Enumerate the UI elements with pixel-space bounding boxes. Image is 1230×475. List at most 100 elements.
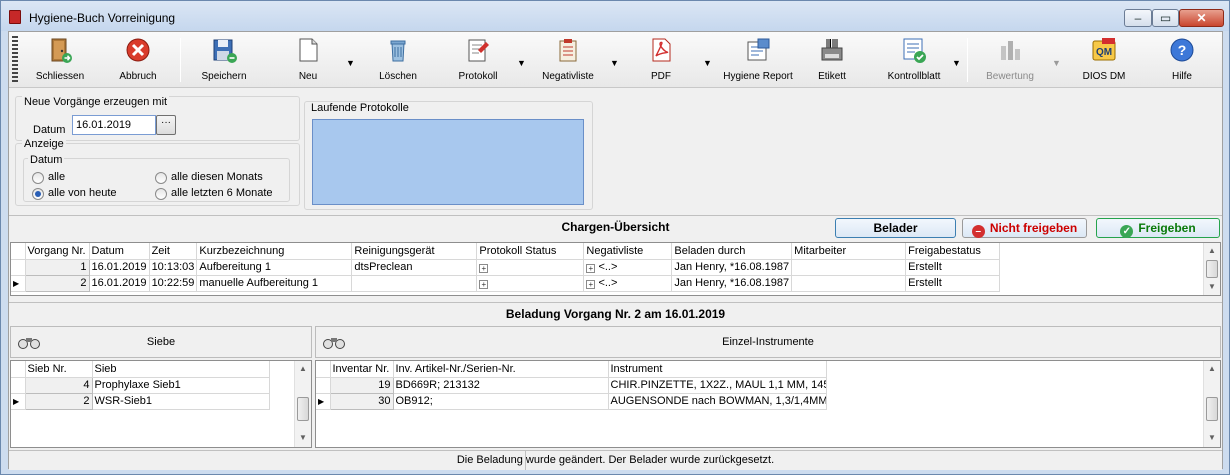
scroll-up-icon[interactable]: ▲ <box>1204 361 1220 377</box>
label-button[interactable]: Etikett <box>795 36 869 84</box>
maximize-icon: ▭ <box>1159 11 1172 25</box>
scroll-up-icon[interactable]: ▲ <box>295 361 311 377</box>
window-title: Hygiene-Buch Vorreinigung <box>29 11 176 25</box>
new-button[interactable]: Neu <box>271 36 345 84</box>
vertical-scrollbar[interactable]: ▲ ▼ <box>1203 361 1220 447</box>
row-selector[interactable] <box>11 259 26 276</box>
loader-button[interactable]: Belader <box>835 218 956 238</box>
new-dropdown-arrow-icon[interactable]: ▼ <box>346 58 355 68</box>
instruments-grid[interactable]: Inventar Nr. Inv. Artikel-Nr./Serien-Nr.… <box>315 360 1221 448</box>
toolbar: Schliessen Abbruch Speichern Neu ▼ Lösch… <box>9 32 1222 88</box>
binoculars-icon[interactable] <box>322 335 346 349</box>
minimize-button[interactable]: – <box>1124 9 1152 27</box>
row-selector[interactable] <box>316 377 331 394</box>
hygiene-report-button[interactable]: Hygiene Report <box>715 36 801 84</box>
delete-button[interactable]: Löschen <box>361 36 435 84</box>
close-window-button[interactable]: ✕ <box>1179 9 1224 27</box>
protocol-button[interactable]: Protokoll <box>441 36 515 84</box>
reject-button[interactable]: – Nicht freigeben <box>962 218 1087 238</box>
row-selector[interactable] <box>11 275 26 292</box>
row-selector[interactable] <box>316 393 331 410</box>
svg-text:?: ? <box>1178 42 1187 58</box>
date-input[interactable]: 16.01.2019 <box>72 115 156 135</box>
evaluation-button-label: Bewertung <box>986 71 1034 82</box>
dios-dm-button[interactable]: QM DIOS DM <box>1067 36 1141 84</box>
scroll-down-icon[interactable]: ▼ <box>1204 279 1220 295</box>
row-selector[interactable] <box>11 393 26 410</box>
column-header[interactable]: Protokoll Status <box>476 243 585 260</box>
control-sheet-button[interactable]: Kontrollblatt <box>877 36 951 84</box>
cancel-button[interactable]: Abbruch <box>101 36 175 84</box>
sieves-grid[interactable]: Sieb Nr. Sieb 4 Prophylaxe Sieb1 2 WSR-S… <box>10 360 312 448</box>
pdf-dropdown-arrow-icon[interactable]: ▼ <box>703 58 712 68</box>
scroll-down-icon[interactable]: ▼ <box>1204 430 1220 446</box>
column-header[interactable]: Inv. Artikel-Nr./Serien-Nr. <box>393 361 609 378</box>
pdf-button[interactable]: PDF <box>624 36 698 84</box>
table-row[interactable]: 30 OB912; AUGENSONDE nach BOWMAN, 1,3/1,… <box>316 393 827 410</box>
scroll-thumb[interactable] <box>297 397 309 421</box>
new-processes-legend: Neue Vorgänge erzeugen mit <box>22 96 170 108</box>
expand-icon[interactable]: + <box>479 264 489 273</box>
title-bar[interactable]: Hygiene-Buch Vorreinigung – ▭ ✕ <box>1 1 1229 31</box>
table-row[interactable]: 2 WSR-Sieb1 <box>11 393 270 410</box>
control-sheet-dropdown-arrow-icon[interactable]: ▼ <box>952 58 961 68</box>
binoculars-icon[interactable] <box>17 335 41 349</box>
table-row[interactable]: 2 16.01.2019 10:22:59 manuelle Aufbereit… <box>11 275 1001 292</box>
checkmark-icon: ✓ <box>1120 225 1134 238</box>
help-button[interactable]: ? Hilfe <box>1145 36 1219 84</box>
expand-icon[interactable]: + <box>586 264 596 273</box>
table-row[interactable]: 4 Prophylaxe Sieb1 <box>11 377 270 394</box>
vertical-scrollbar[interactable]: ▲ ▼ <box>1203 243 1220 295</box>
column-header[interactable]: Kurzbezeichnung <box>196 243 353 260</box>
expand-icon[interactable]: + <box>479 280 489 289</box>
running-protocols-legend: Laufende Protokolle <box>309 102 411 114</box>
column-header[interactable]: Reinigungsgerät <box>351 243 478 260</box>
column-header[interactable]: Datum <box>89 243 150 260</box>
running-protocols-list[interactable] <box>312 119 584 205</box>
column-header[interactable]: Sieb Nr. <box>25 361 93 378</box>
column-header[interactable]: Inventar Nr. <box>330 361 394 378</box>
control-sheet-button-label: Kontrollblatt <box>887 71 941 82</box>
dios-dm-icon: QM <box>1092 38 1116 61</box>
report-icon <box>747 38 770 61</box>
delete-button-label: Löschen <box>379 71 417 82</box>
table-row[interactable]: 1 16.01.2019 10:13:03 Aufbereitung 1 dts… <box>11 259 1001 276</box>
column-header[interactable]: Freigabestatus <box>905 243 1001 260</box>
maximize-button[interactable]: ▭ <box>1152 9 1179 27</box>
status-bar: Die Beladung wurde geändert. Der Belader… <box>9 450 1222 470</box>
save-button[interactable]: Speichern <box>187 36 261 84</box>
svg-text:QM: QM <box>1096 47 1112 58</box>
scroll-up-icon[interactable]: ▲ <box>1204 243 1220 259</box>
scroll-down-icon[interactable]: ▼ <box>295 430 311 446</box>
help-icon: ? <box>1170 38 1194 62</box>
batch-grid[interactable]: Vorgang Nr. Datum Zeit Kurzbezeichnung R… <box>10 242 1221 296</box>
table-row[interactable]: 19 BD669R; 213132 CHIR.PINZETTE, 1X2Z., … <box>316 377 827 394</box>
close-button[interactable]: Schliessen <box>23 36 97 84</box>
column-header[interactable]: Vorgang Nr. <box>25 243 90 260</box>
radio-button[interactable] <box>32 188 44 200</box>
column-header[interactable]: Beladen durch <box>671 243 793 260</box>
radio-button[interactable] <box>155 188 167 200</box>
checklist-icon <box>903 38 926 63</box>
toolbar-grip[interactable] <box>12 36 18 84</box>
radio-button[interactable] <box>155 172 167 184</box>
negative-list-dropdown-arrow-icon[interactable]: ▼ <box>610 58 619 68</box>
radio-button[interactable] <box>32 172 44 184</box>
protocol-dropdown-arrow-icon[interactable]: ▼ <box>517 58 526 68</box>
column-header[interactable]: Sieb <box>92 361 270 378</box>
vertical-scrollbar[interactable]: ▲ ▼ <box>294 361 311 447</box>
date-picker-button[interactable]: ··· <box>156 115 176 135</box>
negative-list-button[interactable]: Negativliste <box>531 36 605 84</box>
column-header[interactable]: Negativliste <box>583 243 673 260</box>
column-header[interactable]: Zeit <box>149 243 198 260</box>
row-selector[interactable] <box>11 377 26 394</box>
hygiene-report-button-label: Hygiene Report <box>723 71 793 82</box>
evaluation-button[interactable]: Bewertung <box>973 36 1047 84</box>
column-header[interactable]: Mitarbeiter <box>791 243 907 260</box>
scroll-thumb[interactable] <box>1206 397 1218 421</box>
approve-button[interactable]: ✓ Freigeben <box>1096 218 1220 238</box>
scroll-thumb[interactable] <box>1206 260 1218 278</box>
column-header[interactable]: Instrument <box>608 361 827 378</box>
expand-icon[interactable]: + <box>586 280 596 289</box>
help-button-label: Hilfe <box>1171 71 1192 82</box>
